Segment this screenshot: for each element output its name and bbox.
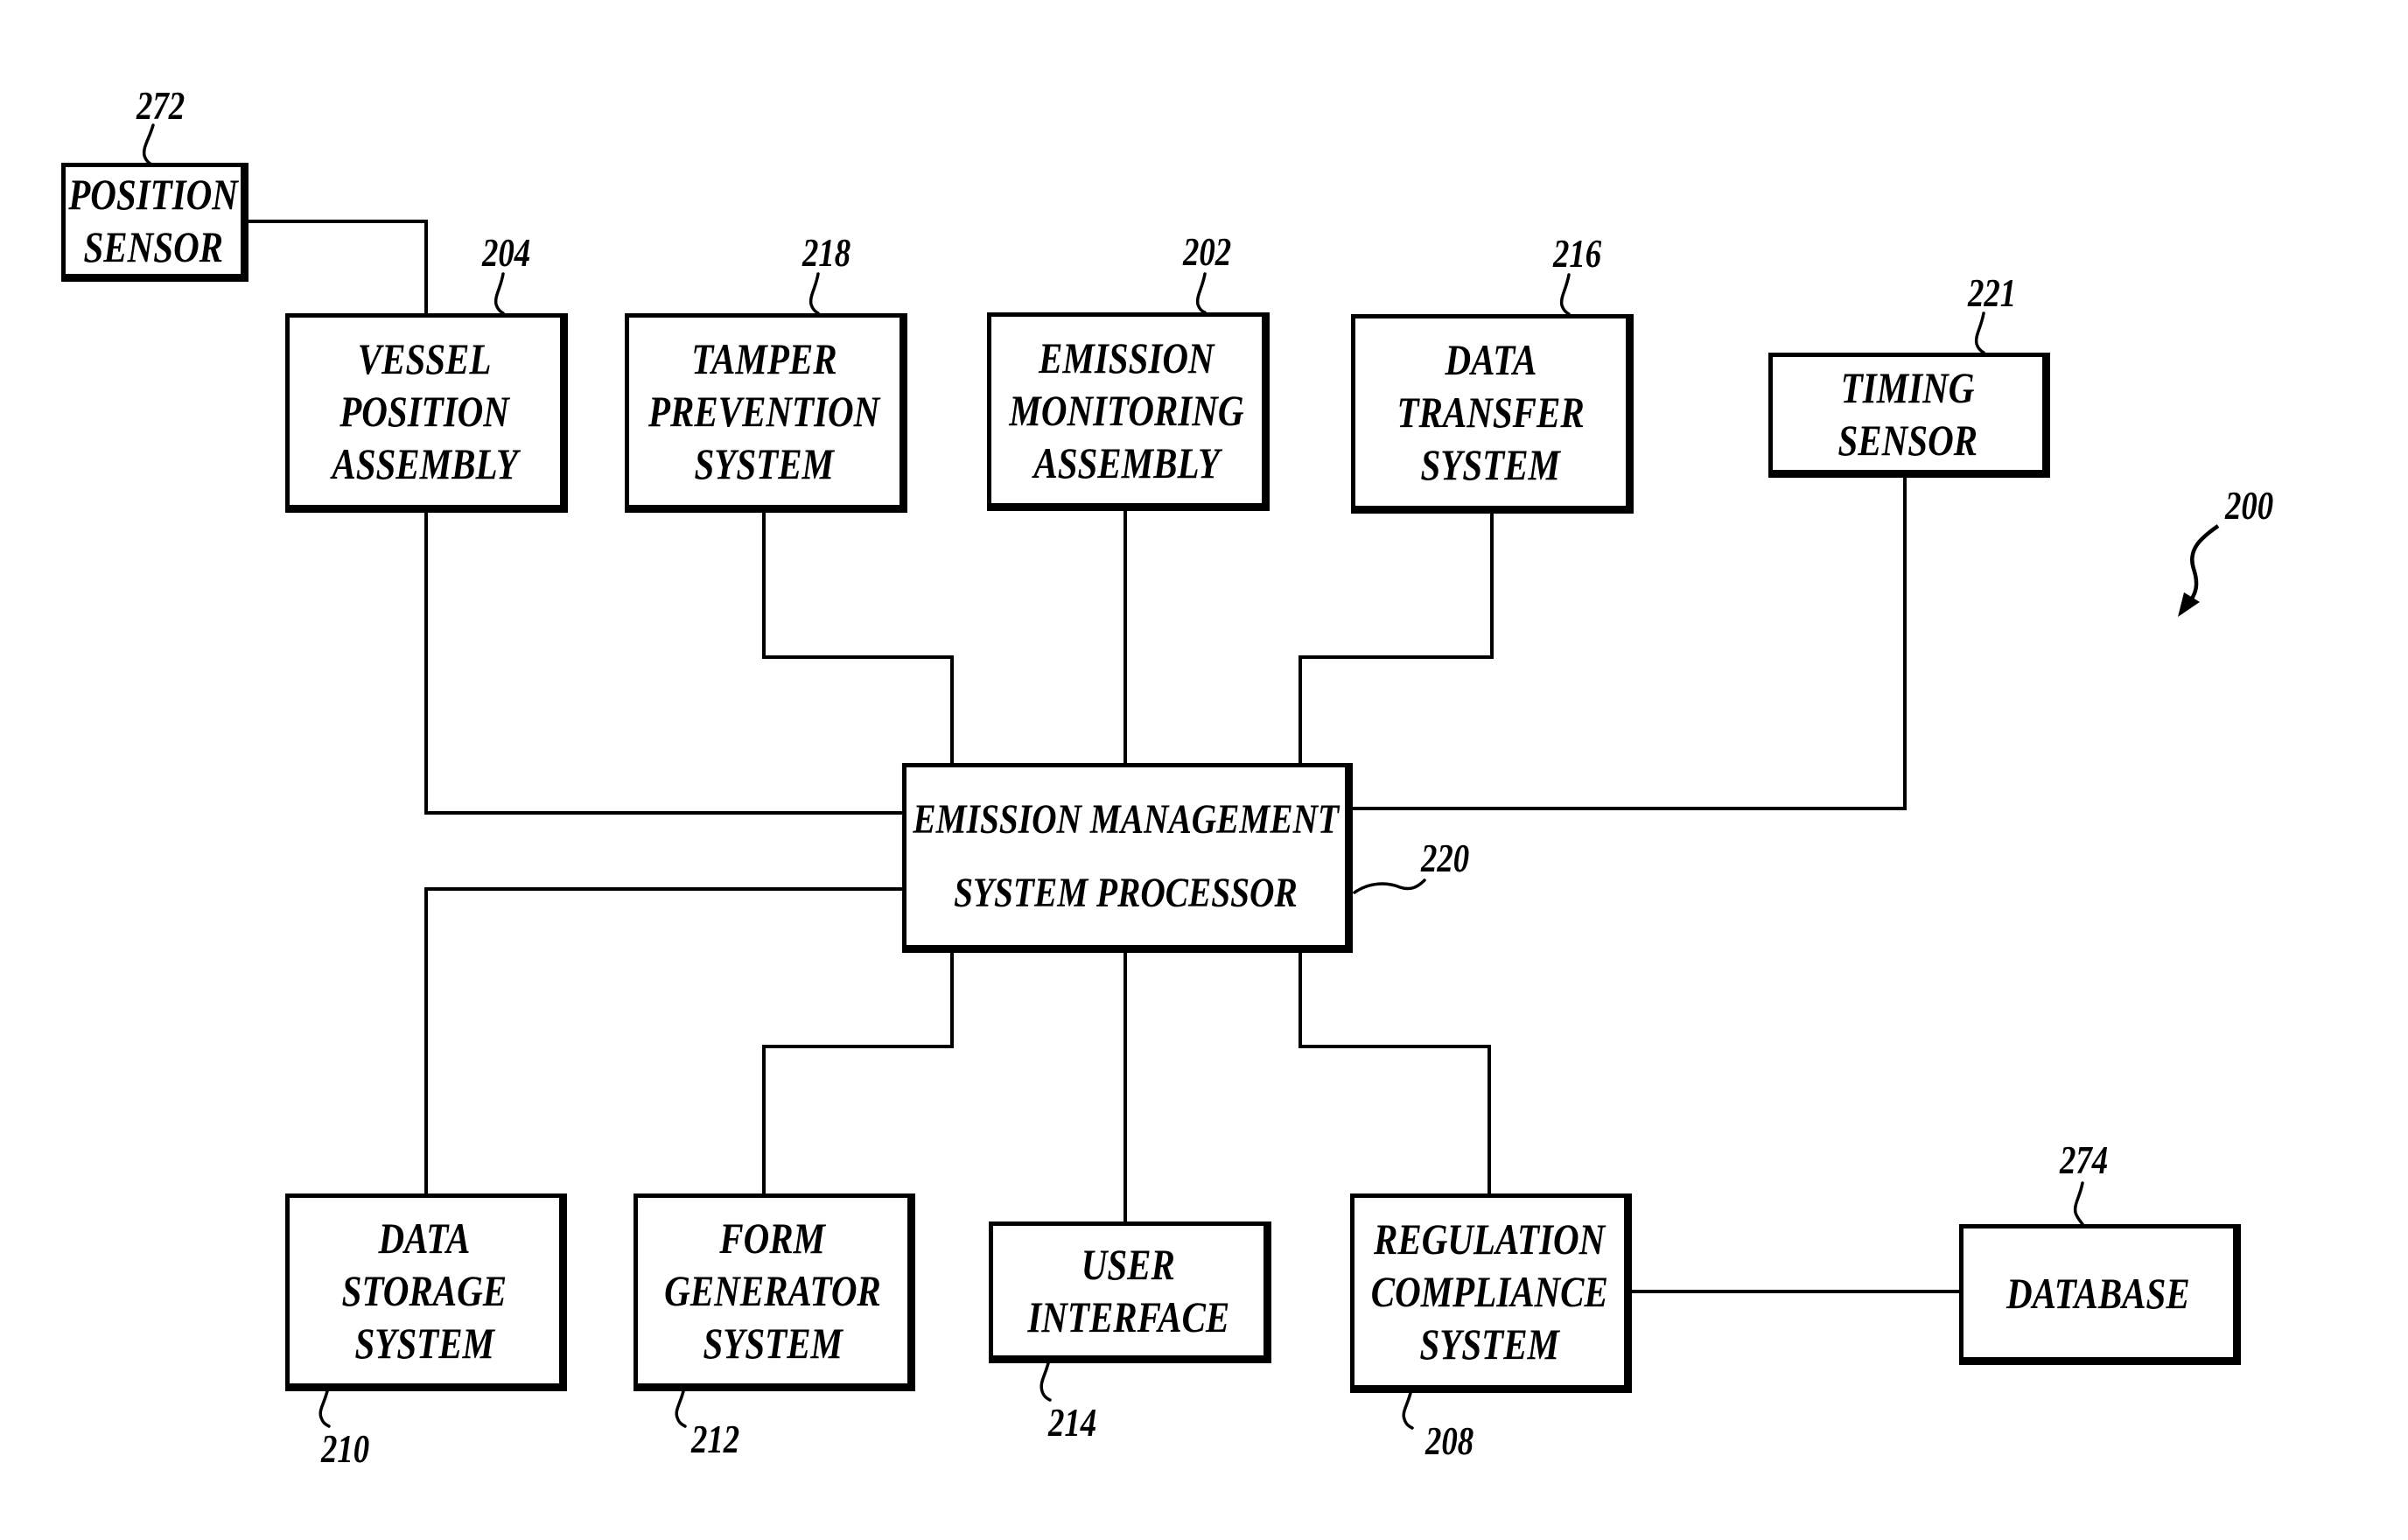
tamper-prevention-system-block: TAMPER PREVENTION SYSTEM bbox=[625, 313, 907, 513]
ref-200: 200 bbox=[2225, 483, 2274, 528]
ref-221: 221 bbox=[1968, 270, 2017, 315]
wire-processor-to-data-storage bbox=[424, 887, 902, 1194]
database-block: DATABASE bbox=[1959, 1224, 2241, 1365]
ref-210: 210 bbox=[321, 1426, 370, 1471]
leader-218 bbox=[808, 272, 820, 315]
wire-data-transfer-to-processor bbox=[1298, 512, 1494, 763]
ref-216: 216 bbox=[1553, 231, 1602, 276]
leader-208 bbox=[1402, 1391, 1414, 1430]
wire-processor-to-form-generator bbox=[762, 943, 954, 1194]
leader-210 bbox=[318, 1390, 331, 1428]
form-generator-system-block: FORM GENERATOR SYSTEM bbox=[634, 1194, 915, 1391]
wire-position-sensor-to-vessel bbox=[248, 220, 428, 313]
data-storage-system-block: DATA STORAGE SYSTEM bbox=[285, 1194, 567, 1391]
position-sensor-block: POSITION SENSOR bbox=[61, 163, 248, 282]
leader-204 bbox=[494, 272, 505, 315]
leader-221 bbox=[1974, 312, 1985, 354]
ref-220: 220 bbox=[1421, 836, 1470, 880]
data-transfer-system-block: DATA TRANSFER SYSTEM bbox=[1351, 314, 1634, 514]
block-diagram: POSITION SENSOR VESSEL POSITION ASSEMBLY… bbox=[0, 0, 2408, 1540]
wire-processor-to-regulation-compliance bbox=[1298, 943, 1491, 1194]
ref-204: 204 bbox=[482, 230, 531, 275]
wire-tamper-to-processor bbox=[762, 512, 954, 763]
user-interface-block: USER INTERFACE bbox=[989, 1222, 1271, 1363]
leader-274 bbox=[2073, 1181, 2084, 1226]
regulation-compliance-system-block: REGULATION COMPLIANCE SYSTEM bbox=[1350, 1194, 1632, 1393]
leader-216 bbox=[1559, 273, 1571, 316]
vessel-position-assembly-block: VESSEL POSITION ASSEMBLY bbox=[285, 313, 568, 513]
ref-272: 272 bbox=[136, 83, 186, 128]
leader-220 bbox=[1353, 878, 1426, 894]
ref-208: 208 bbox=[1425, 1418, 1474, 1463]
timing-sensor-block: TIMING SENSOR bbox=[1768, 353, 2050, 478]
emission-monitoring-assembly-block: EMISSION MONITORING ASSEMBLY bbox=[987, 312, 1270, 511]
wire-timing-sensor-to-processor bbox=[1350, 476, 1907, 810]
ref-274: 274 bbox=[2060, 1138, 2109, 1182]
ref-202: 202 bbox=[1183, 229, 1232, 274]
leader-212 bbox=[675, 1390, 687, 1428]
ref-218: 218 bbox=[802, 230, 851, 275]
ref-214: 214 bbox=[1048, 1400, 1097, 1445]
ref-212: 212 bbox=[691, 1417, 740, 1461]
emission-management-system-processor-block: EMISSION MANAGEMENT SYSTEM PROCESSOR bbox=[902, 763, 1353, 953]
leader-272 bbox=[142, 123, 155, 166]
wire-vessel-to-processor bbox=[424, 512, 902, 815]
leader-214 bbox=[1040, 1362, 1052, 1402]
leader-202 bbox=[1195, 272, 1207, 314]
figure-arrow bbox=[2178, 524, 2220, 617]
